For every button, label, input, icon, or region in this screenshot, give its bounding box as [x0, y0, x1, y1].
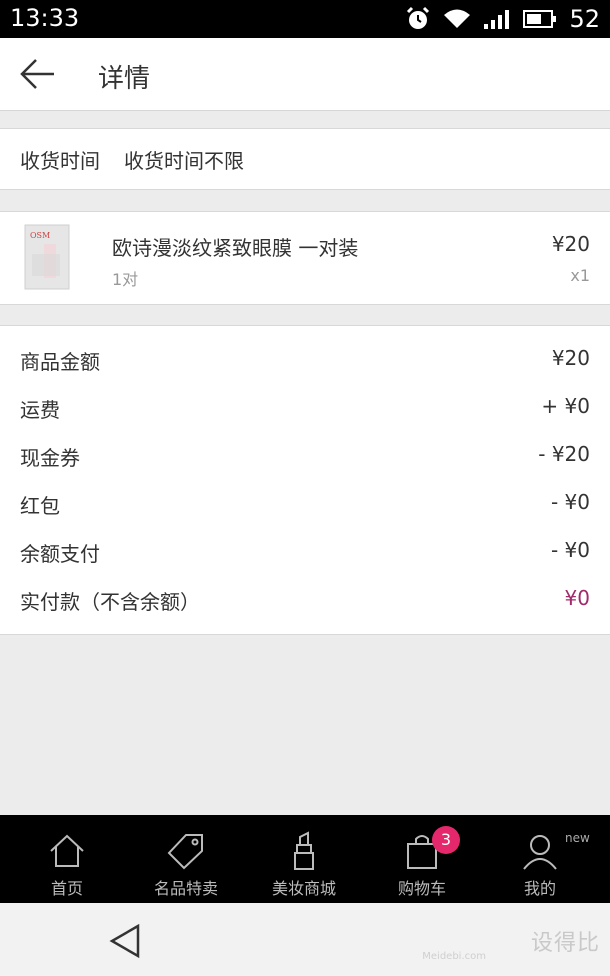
watermark-sub: Meidebi.com — [422, 951, 486, 962]
product-item[interactable]: OSM 欧诗漫淡纹紧致眼膜 一对装 1对 ¥20 x1 — [0, 211, 610, 305]
status-bar: 13:33 52 — [0, 0, 610, 38]
product-thumbnail: OSM — [24, 224, 70, 290]
nav-item-cart[interactable]: 3 购物车 — [361, 815, 483, 903]
summary-row-subtotal: 商品金额 ¥20 — [0, 338, 610, 378]
wifi-icon — [444, 9, 471, 28]
product-spec: 1对 — [112, 270, 139, 289]
summary-label: 实付款（不含余额） — [20, 590, 200, 614]
product-price: ¥20 — [551, 232, 590, 256]
product-thumb-brand: OSM — [30, 231, 50, 240]
nav-item-flash-sale[interactable]: 名品特卖 — [125, 815, 247, 903]
system-nav-bar: 设得比 Meidebi.com — [0, 903, 610, 976]
home-icon — [50, 834, 84, 867]
product-quantity: x1 — [570, 266, 590, 285]
cart-badge: 3 — [432, 826, 460, 854]
page-title: 详情 — [98, 64, 151, 94]
summary-value: - ¥20 — [538, 442, 590, 466]
user-icon — [523, 835, 557, 870]
summary-value: + ¥0 — [541, 394, 590, 418]
summary-label: 现金券 — [20, 446, 80, 470]
total-paid-value: ¥0 — [564, 586, 590, 610]
nav-item-beauty-mall[interactable]: 美妆商城 — [243, 815, 365, 903]
watermark: 设得比 — [530, 931, 600, 956]
signal-icon — [484, 10, 510, 29]
summary-label: 商品金额 — [20, 350, 100, 374]
product-name: 欧诗漫淡纹紧致眼膜 一对装 — [112, 236, 359, 260]
payment-summary: 商品金额 ¥20 运费 + ¥0 现金券 - ¥20 红包 - ¥0 余额支付 … — [0, 325, 610, 635]
battery-percent: 52 — [569, 5, 600, 33]
tag-icon — [167, 834, 203, 870]
triangle-back-icon — [109, 923, 140, 959]
summary-value: ¥20 — [551, 346, 590, 370]
summary-value: - ¥0 — [550, 538, 590, 562]
delivery-time-section: 收货时间 收货时间不限 — [0, 128, 610, 190]
new-tag: new — [565, 831, 590, 845]
summary-row-balance: 余额支付 - ¥0 — [0, 530, 610, 570]
nav-item-profile[interactable]: new 我的 — [479, 815, 601, 903]
nav-label: 购物车 — [397, 879, 446, 898]
delivery-time-label: 收货时间 — [20, 149, 100, 173]
summary-value: - ¥0 — [550, 490, 590, 514]
battery-icon — [523, 10, 557, 28]
summary-row-coupon: 现金券 - ¥20 — [0, 434, 610, 474]
back-arrow-icon — [20, 59, 54, 89]
nav-label: 美妆商城 — [271, 879, 336, 898]
lipstick-icon — [294, 831, 314, 870]
summary-label: 余额支付 — [20, 542, 100, 566]
bottom-nav: 首页 名品特卖 美妆商城 3 购物车 new 我的 — [0, 815, 610, 903]
nav-label: 我的 — [523, 879, 556, 898]
summary-row-total-paid: 实付款（不含余额） ¥0 — [0, 578, 610, 618]
summary-row-red-packet: 红包 - ¥0 — [0, 482, 610, 522]
alarm-icon — [407, 6, 430, 29]
header: 详情 — [0, 38, 610, 111]
summary-label: 红包 — [20, 494, 60, 518]
summary-label: 运费 — [20, 398, 60, 422]
delivery-time-value: 收货时间不限 — [124, 149, 244, 173]
nav-item-home[interactable]: 首页 — [6, 815, 128, 903]
summary-row-shipping: 运费 + ¥0 — [0, 386, 610, 426]
nav-label: 名品特卖 — [153, 879, 218, 898]
nav-label: 首页 — [50, 879, 83, 898]
status-time: 13:33 — [10, 4, 80, 32]
back-button[interactable] — [18, 56, 58, 92]
system-back-button[interactable] — [108, 923, 142, 959]
status-icons: 52 — [405, 4, 600, 34]
